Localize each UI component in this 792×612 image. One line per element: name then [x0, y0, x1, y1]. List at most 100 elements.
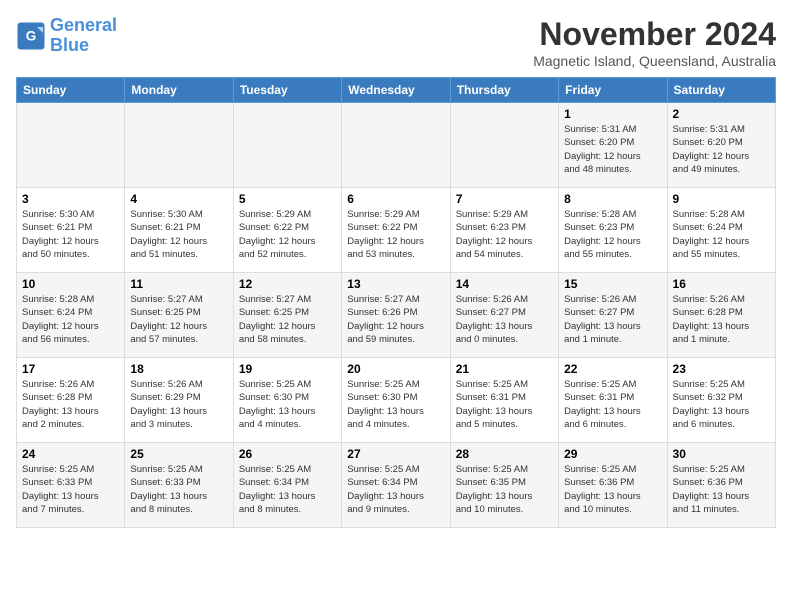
day-info: Sunrise: 5:30 AM Sunset: 6:21 PM Dayligh… — [130, 208, 227, 261]
calendar-day-cell: 7 Sunrise: 5:29 AM Sunset: 6:23 PM Daylig… — [450, 188, 558, 273]
day-info: Sunrise: 5:25 AM Sunset: 6:33 PM Dayligh… — [22, 463, 119, 516]
calendar-day-cell: 14 Sunrise: 5:26 AM Sunset: 6:27 PM Dayli… — [450, 273, 558, 358]
day-number: 1 — [564, 107, 661, 121]
day-number: 18 — [130, 362, 227, 376]
day-info: Sunrise: 5:26 AM Sunset: 6:27 PM Dayligh… — [456, 293, 553, 346]
calendar-day-cell: 15 Sunrise: 5:26 AM Sunset: 6:27 PM Dayli… — [559, 273, 667, 358]
day-info: Sunrise: 5:25 AM Sunset: 6:31 PM Dayligh… — [456, 378, 553, 431]
weekday-header: Friday — [559, 78, 667, 103]
svg-text:G: G — [26, 28, 37, 43]
calendar-day-cell: 1 Sunrise: 5:31 AM Sunset: 6:20 PM Daylig… — [559, 103, 667, 188]
weekday-header: Sunday — [17, 78, 125, 103]
logo: G General Blue — [16, 16, 117, 56]
day-number: 4 — [130, 192, 227, 206]
calendar-week-row: 10 Sunrise: 5:28 AM Sunset: 6:24 PM Dayli… — [17, 273, 776, 358]
calendar-day-cell: 25 Sunrise: 5:25 AM Sunset: 6:33 PM Dayli… — [125, 443, 233, 528]
day-number: 25 — [130, 447, 227, 461]
calendar-day-cell: 17Sunrise: 5:26 AM Sunset: 6:28 PM Dayli… — [17, 358, 125, 443]
day-number: 6 — [347, 192, 444, 206]
day-info: Sunrise: 5:27 AM Sunset: 6:25 PM Dayligh… — [130, 293, 227, 346]
calendar-day-cell: 12Sunrise: 5:27 AM Sunset: 6:25 PM Dayli… — [233, 273, 341, 358]
calendar-empty-cell — [450, 103, 558, 188]
calendar-empty-cell — [342, 103, 450, 188]
calendar-day-cell: 27 Sunrise: 5:25 AM Sunset: 6:34 PM Dayli… — [342, 443, 450, 528]
title-area: November 2024 Magnetic Island, Queenslan… — [533, 16, 776, 69]
day-number: 28 — [456, 447, 553, 461]
logo-line1: General — [50, 15, 117, 35]
day-info: Sunrise: 5:25 AM Sunset: 6:32 PM Dayligh… — [673, 378, 770, 431]
weekday-header-row: SundayMondayTuesdayWednesdayThursdayFrid… — [17, 78, 776, 103]
calendar-day-cell: 22 Sunrise: 5:25 AM Sunset: 6:31 PM Dayli… — [559, 358, 667, 443]
logo-text: General Blue — [50, 16, 117, 56]
calendar-day-cell: 3 Sunrise: 5:30 AM Sunset: 6:21 PM Daylig… — [17, 188, 125, 273]
calendar-week-row: 1 Sunrise: 5:31 AM Sunset: 6:20 PM Daylig… — [17, 103, 776, 188]
day-info: Sunrise: 5:28 AM Sunset: 6:24 PM Dayligh… — [22, 293, 119, 346]
calendar-day-cell: 16Sunrise: 5:26 AM Sunset: 6:28 PM Dayli… — [667, 273, 775, 358]
logo-icon: G — [16, 21, 46, 51]
day-info: Sunrise: 5:28 AM Sunset: 6:24 PM Dayligh… — [673, 208, 770, 261]
day-number: 7 — [456, 192, 553, 206]
day-info: Sunrise: 5:25 AM Sunset: 6:34 PM Dayligh… — [347, 463, 444, 516]
day-number: 23 — [673, 362, 770, 376]
day-number: 22 — [564, 362, 661, 376]
day-info: Sunrise: 5:31 AM Sunset: 6:20 PM Dayligh… — [673, 123, 770, 176]
day-info: Sunrise: 5:25 AM Sunset: 6:35 PM Dayligh… — [456, 463, 553, 516]
calendar-day-cell: 29Sunrise: 5:25 AM Sunset: 6:36 PM Dayli… — [559, 443, 667, 528]
calendar-day-cell: 28 Sunrise: 5:25 AM Sunset: 6:35 PM Dayli… — [450, 443, 558, 528]
calendar-day-cell: 2 Sunrise: 5:31 AM Sunset: 6:20 PM Daylig… — [667, 103, 775, 188]
day-number: 19 — [239, 362, 336, 376]
weekday-header: Wednesday — [342, 78, 450, 103]
calendar-day-cell: 4 Sunrise: 5:30 AM Sunset: 6:21 PM Daylig… — [125, 188, 233, 273]
weekday-header: Saturday — [667, 78, 775, 103]
day-info: Sunrise: 5:25 AM Sunset: 6:33 PM Dayligh… — [130, 463, 227, 516]
calendar-day-cell: 8Sunrise: 5:28 AM Sunset: 6:23 PM Daylig… — [559, 188, 667, 273]
weekday-header: Monday — [125, 78, 233, 103]
calendar-week-row: 17Sunrise: 5:26 AM Sunset: 6:28 PM Dayli… — [17, 358, 776, 443]
day-number: 26 — [239, 447, 336, 461]
calendar-day-cell: 26 Sunrise: 5:25 AM Sunset: 6:34 PM Dayli… — [233, 443, 341, 528]
day-info: Sunrise: 5:25 AM Sunset: 6:34 PM Dayligh… — [239, 463, 336, 516]
calendar-empty-cell — [233, 103, 341, 188]
day-info: Sunrise: 5:29 AM Sunset: 6:22 PM Dayligh… — [239, 208, 336, 261]
day-info: Sunrise: 5:29 AM Sunset: 6:23 PM Dayligh… — [456, 208, 553, 261]
day-info: Sunrise: 5:25 AM Sunset: 6:31 PM Dayligh… — [564, 378, 661, 431]
location: Magnetic Island, Queensland, Australia — [533, 53, 776, 69]
calendar-day-cell: 20Sunrise: 5:25 AM Sunset: 6:30 PM Dayli… — [342, 358, 450, 443]
day-info: Sunrise: 5:28 AM Sunset: 6:23 PM Dayligh… — [564, 208, 661, 261]
day-number: 30 — [673, 447, 770, 461]
calendar-empty-cell — [125, 103, 233, 188]
day-number: 10 — [22, 277, 119, 291]
calendar-day-cell: 11 Sunrise: 5:27 AM Sunset: 6:25 PM Dayli… — [125, 273, 233, 358]
day-number: 16 — [673, 277, 770, 291]
day-number: 11 — [130, 277, 227, 291]
day-info: Sunrise: 5:26 AM Sunset: 6:27 PM Dayligh… — [564, 293, 661, 346]
calendar-day-cell: 10 Sunrise: 5:28 AM Sunset: 6:24 PM Dayli… — [17, 273, 125, 358]
day-number: 12 — [239, 277, 336, 291]
day-number: 3 — [22, 192, 119, 206]
day-number: 13 — [347, 277, 444, 291]
day-info: Sunrise: 5:25 AM Sunset: 6:36 PM Dayligh… — [564, 463, 661, 516]
day-info: Sunrise: 5:25 AM Sunset: 6:36 PM Dayligh… — [673, 463, 770, 516]
calendar-day-cell: 13Sunrise: 5:27 AM Sunset: 6:26 PM Dayli… — [342, 273, 450, 358]
header: G General Blue November 2024 Magnetic Is… — [16, 16, 776, 69]
day-number: 14 — [456, 277, 553, 291]
day-number: 5 — [239, 192, 336, 206]
day-number: 27 — [347, 447, 444, 461]
calendar-day-cell: 18 Sunrise: 5:26 AM Sunset: 6:29 PM Dayli… — [125, 358, 233, 443]
day-number: 20 — [347, 362, 444, 376]
calendar-day-cell: 5 Sunrise: 5:29 AM Sunset: 6:22 PM Daylig… — [233, 188, 341, 273]
day-info: Sunrise: 5:31 AM Sunset: 6:20 PM Dayligh… — [564, 123, 661, 176]
logo-line2: Blue — [50, 35, 89, 55]
weekday-header: Thursday — [450, 78, 558, 103]
weekday-header: Tuesday — [233, 78, 341, 103]
calendar-table: SundayMondayTuesdayWednesdayThursdayFrid… — [16, 77, 776, 528]
day-number: 2 — [673, 107, 770, 121]
calendar-day-cell: 30 Sunrise: 5:25 AM Sunset: 6:36 PM Dayli… — [667, 443, 775, 528]
day-number: 15 — [564, 277, 661, 291]
calendar-day-cell: 9Sunrise: 5:28 AM Sunset: 6:24 PM Daylig… — [667, 188, 775, 273]
day-number: 21 — [456, 362, 553, 376]
calendar-empty-cell — [17, 103, 125, 188]
day-info: Sunrise: 5:26 AM Sunset: 6:29 PM Dayligh… — [130, 378, 227, 431]
month-title: November 2024 — [533, 16, 776, 53]
day-info: Sunrise: 5:30 AM Sunset: 6:21 PM Dayligh… — [22, 208, 119, 261]
